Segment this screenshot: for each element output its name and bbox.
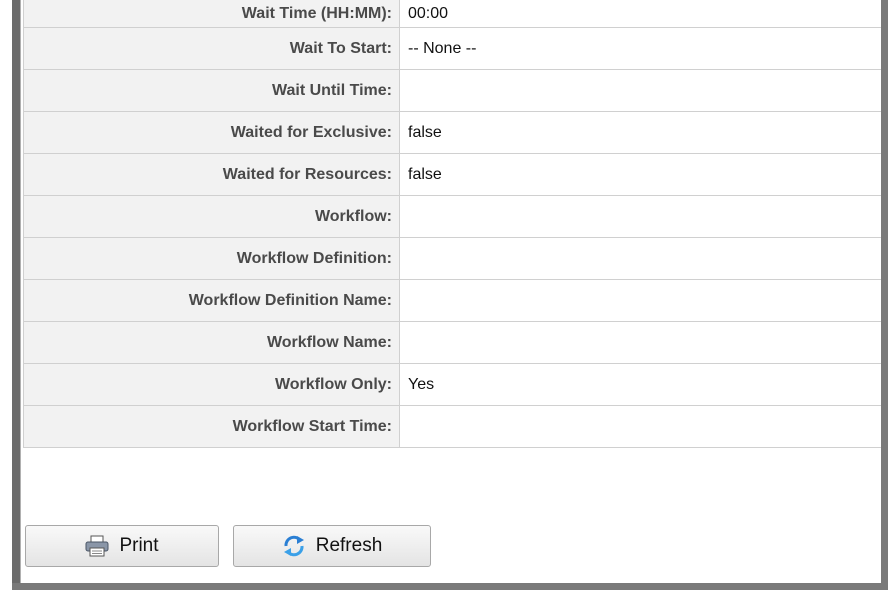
property-value	[399, 69, 881, 112]
property-label: Waited for Exclusive:	[23, 111, 400, 154]
table-row: Workflow:	[23, 195, 881, 238]
window-frame: Wait Time (HH:MM): 00:00 Wait To Start: …	[0, 0, 888, 593]
table-row: Workflow Name:	[23, 321, 881, 364]
property-value: Yes	[399, 363, 881, 406]
refresh-icon	[282, 534, 306, 558]
property-label: Wait To Start:	[23, 27, 400, 70]
table-row: Wait Time (HH:MM): 00:00	[23, 0, 881, 28]
printer-icon	[85, 535, 109, 557]
window-bottom-shadow	[12, 583, 888, 590]
property-label: Workflow Only:	[23, 363, 400, 406]
property-value	[399, 237, 881, 280]
property-label: Workflow Start Time:	[23, 405, 400, 448]
window-right-shadow	[881, 0, 888, 590]
table-row: Workflow Only: Yes	[23, 363, 881, 406]
refresh-button[interactable]: Refresh	[233, 525, 431, 567]
property-value	[399, 405, 881, 448]
table-row: Workflow Start Time:	[23, 405, 881, 448]
property-label: Wait Time (HH:MM):	[23, 0, 400, 28]
table-row: Workflow Definition:	[23, 237, 881, 280]
properties-panel: Wait Time (HH:MM): 00:00 Wait To Start: …	[21, 0, 881, 583]
table-row: Wait To Start: -- None --	[23, 27, 881, 70]
table-row: Workflow Definition Name:	[23, 279, 881, 322]
property-label: Workflow Definition:	[23, 237, 400, 280]
properties-table: Wait Time (HH:MM): 00:00 Wait To Start: …	[23, 0, 881, 448]
refresh-label: Refresh	[315, 535, 383, 556]
property-value: false	[399, 111, 881, 154]
property-value	[399, 279, 881, 322]
print-button[interactable]: Print	[25, 525, 219, 567]
property-label: Workflow Definition Name:	[23, 279, 400, 322]
print-label: Print	[119, 535, 159, 556]
property-value: 00:00	[399, 0, 881, 28]
property-value: false	[399, 153, 881, 196]
property-label: Wait Until Time:	[23, 69, 400, 112]
table-row: Waited for Exclusive: false	[23, 111, 881, 154]
table-row: Waited for Resources: false	[23, 153, 881, 196]
window-left-border	[12, 0, 21, 590]
property-label: Waited for Resources:	[23, 153, 400, 196]
property-label: Workflow:	[23, 195, 400, 238]
property-value	[399, 195, 881, 238]
property-label: Workflow Name:	[23, 321, 400, 364]
property-value	[399, 321, 881, 364]
table-row: Wait Until Time:	[23, 69, 881, 112]
property-value: -- None --	[399, 27, 881, 70]
